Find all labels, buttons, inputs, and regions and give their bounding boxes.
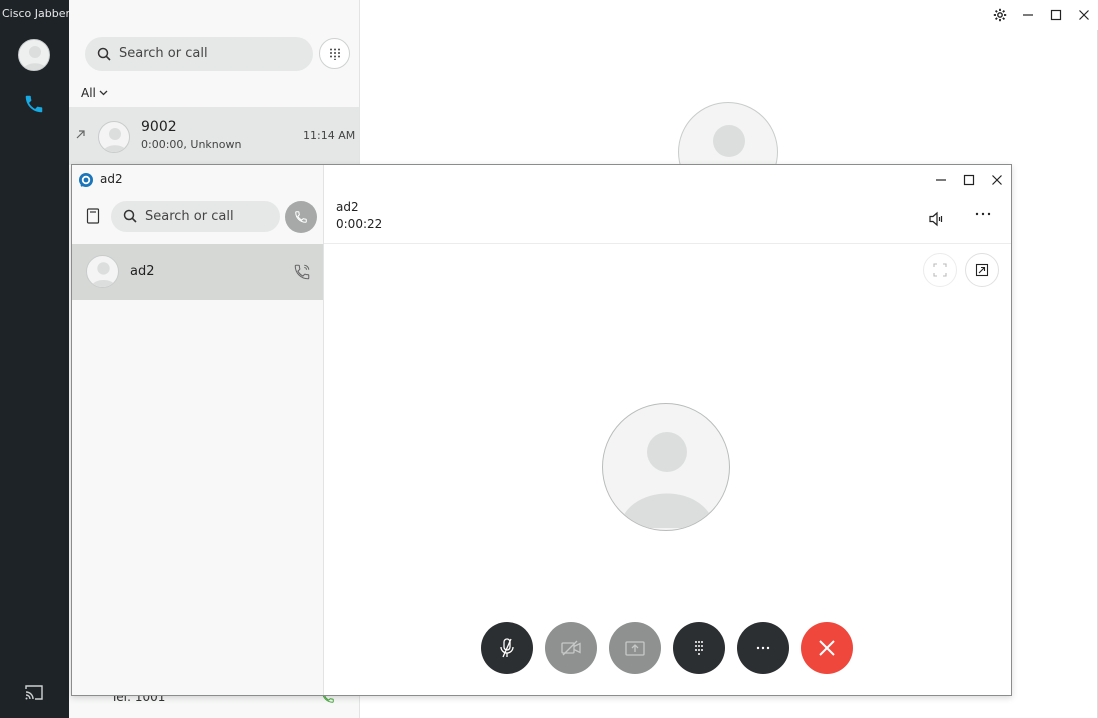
navigation-rail: Cisco Jabber bbox=[0, 0, 70, 718]
call-window-sidebar: ad2 Search or call ad2 bbox=[72, 165, 324, 695]
settings-icon[interactable] bbox=[986, 0, 1014, 30]
mute-button[interactable] bbox=[481, 622, 533, 674]
outgoing-call-icon bbox=[75, 129, 86, 140]
popout-icon bbox=[975, 263, 989, 277]
contacts-icon[interactable] bbox=[86, 208, 100, 224]
active-call-icon bbox=[293, 263, 311, 281]
conversation-name: ad2 bbox=[130, 264, 155, 279]
search-icon bbox=[123, 209, 137, 223]
dialpad-button[interactable] bbox=[319, 38, 350, 69]
fullscreen-button[interactable] bbox=[923, 253, 957, 287]
call-icon bbox=[295, 211, 307, 223]
more-icon bbox=[756, 646, 770, 650]
call-window-controls bbox=[927, 165, 1011, 195]
call-window-search-input[interactable]: Search or call bbox=[111, 201, 280, 232]
call-contact-name: ad2 bbox=[336, 200, 359, 214]
chevron-down-icon bbox=[99, 90, 108, 96]
phone-icon[interactable] bbox=[23, 93, 45, 115]
maximize-icon[interactable] bbox=[1042, 0, 1070, 30]
minimize-icon[interactable] bbox=[1014, 0, 1042, 30]
remote-participant-avatar bbox=[602, 403, 730, 531]
dialpad-icon bbox=[330, 48, 340, 60]
active-conversation-item[interactable]: ad2 bbox=[72, 244, 323, 300]
call-button[interactable] bbox=[285, 201, 317, 233]
history-detail: 0:00:00, Unknown bbox=[141, 138, 242, 151]
user-avatar[interactable] bbox=[18, 39, 50, 71]
search-placeholder: Search or call bbox=[145, 209, 234, 224]
popout-button[interactable] bbox=[965, 253, 999, 287]
call-duration: 0:00:22 bbox=[336, 217, 383, 231]
history-time: 11:14 AM bbox=[303, 129, 356, 142]
history-row[interactable]: 9002 0:00:00, Unknown 11:14 AM bbox=[69, 107, 359, 165]
speaker-icon[interactable] bbox=[928, 211, 944, 227]
cast-icon[interactable] bbox=[24, 684, 44, 702]
avatar bbox=[86, 255, 119, 288]
app-title: Cisco Jabber bbox=[2, 7, 70, 20]
search-icon bbox=[97, 47, 111, 61]
keypad-button[interactable] bbox=[673, 622, 725, 674]
window-controls bbox=[986, 0, 1098, 30]
filter-dropdown[interactable]: All bbox=[81, 86, 108, 100]
avatar bbox=[98, 121, 130, 153]
call-window-title: ad2 bbox=[100, 172, 123, 186]
more-icon[interactable] bbox=[974, 211, 992, 217]
end-call-icon bbox=[819, 640, 835, 656]
keypad-icon bbox=[695, 641, 703, 655]
search-placeholder: Search or call bbox=[119, 46, 208, 61]
share-screen-button[interactable] bbox=[609, 622, 661, 674]
minimize-icon[interactable] bbox=[927, 165, 955, 195]
header-divider bbox=[324, 243, 1011, 244]
share-screen-icon bbox=[625, 641, 645, 656]
video-button[interactable] bbox=[545, 622, 597, 674]
filter-label: All bbox=[81, 86, 96, 100]
maximize-icon[interactable] bbox=[955, 165, 983, 195]
microphone-muted-icon bbox=[500, 638, 514, 658]
more-options-button[interactable] bbox=[737, 622, 789, 674]
end-call-button[interactable] bbox=[801, 622, 853, 674]
history-number: 9002 bbox=[141, 119, 177, 135]
search-input[interactable]: Search or call bbox=[85, 37, 313, 71]
close-icon[interactable] bbox=[983, 165, 1011, 195]
video-off-icon bbox=[561, 640, 581, 656]
call-window: ad2 Search or call ad2 ad2 0:00:22 bbox=[71, 164, 1012, 696]
close-icon[interactable] bbox=[1070, 0, 1098, 30]
jabber-logo-icon bbox=[78, 172, 94, 188]
fullscreen-icon bbox=[933, 263, 947, 277]
